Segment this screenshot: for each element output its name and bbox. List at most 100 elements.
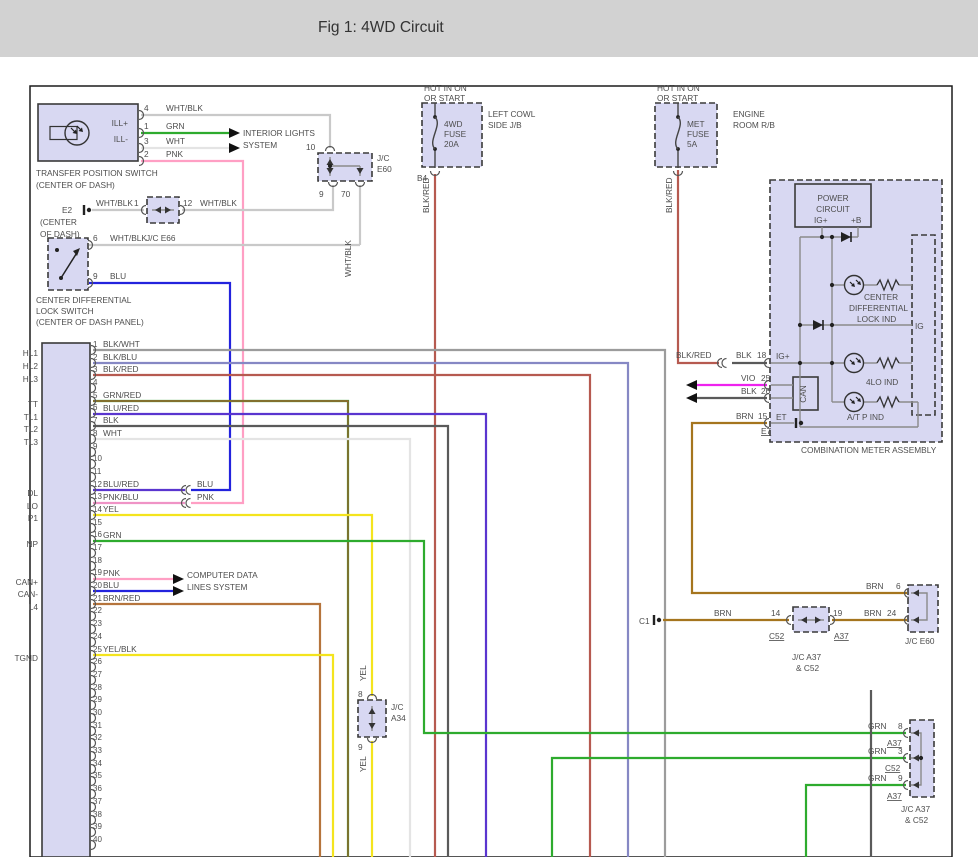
- diagram-label: J/C E60: [905, 636, 935, 646]
- diagram-label: (CENTER OF DASH): [36, 180, 115, 190]
- pin-number: 24: [93, 632, 102, 641]
- diagram-label: OF DASH): [40, 229, 80, 239]
- pin-number: 32: [93, 733, 102, 742]
- diagram-label: IG+: [776, 351, 790, 361]
- diagram-label: YEL: [103, 504, 119, 514]
- diagram-label: IG+: [814, 215, 828, 225]
- diagram-label: PNK: [166, 149, 184, 159]
- diagram-label: 2: [144, 149, 149, 159]
- diagram-label: GRN/RED: [103, 390, 141, 400]
- junction-dot: [830, 323, 834, 327]
- diagram-label: J/C A37: [792, 652, 821, 662]
- pin-number: 18: [93, 556, 102, 565]
- wire-grn-red-stripe: [93, 401, 348, 857]
- diagram-label: ROOM R/B: [733, 120, 775, 130]
- pin-number: 35: [93, 771, 102, 780]
- ground-icon: [657, 618, 661, 622]
- pin-number: 25: [93, 645, 102, 654]
- diagram-label: 1: [134, 198, 139, 208]
- diagram-label: YEL/BLK: [103, 644, 137, 654]
- diagram-label: COMPUTER DATA: [187, 570, 258, 580]
- diagram-label: GRN: [868, 721, 886, 731]
- junction-dot: [820, 235, 824, 239]
- diagram-label: TL3: [24, 437, 39, 447]
- diagram-label: WHT/BLK: [110, 233, 147, 243]
- pin-number: 2: [93, 353, 98, 362]
- junction-dot: [830, 361, 834, 365]
- ground-icon: [87, 208, 91, 212]
- diagram-label: WHT: [103, 428, 122, 438]
- pin-number: 33: [93, 746, 102, 755]
- diagram-label: ENGINE: [733, 109, 765, 119]
- diagram-label: 9: [898, 773, 903, 783]
- diagram-label: YEL: [358, 665, 368, 681]
- diagram-label: E2: [62, 205, 73, 215]
- diagram-label: GRN: [166, 121, 184, 131]
- diagram-label: BLK: [736, 350, 752, 360]
- diagram-label: VIO: [741, 373, 756, 383]
- diagram-label: & C52: [905, 815, 928, 825]
- pin-number: 5: [93, 391, 98, 400]
- diagram-label: A37: [834, 631, 849, 641]
- system-arrow-icon: [173, 586, 184, 596]
- diagram-label: OR START: [424, 93, 465, 103]
- wire-yel_blk: [93, 655, 333, 857]
- junction-dot: [798, 323, 802, 327]
- diagram-label: (CENTER: [40, 217, 77, 227]
- junction-dot: [830, 235, 834, 239]
- diagram-label: MET: [687, 119, 705, 129]
- diagram-label: ILL+: [112, 118, 129, 128]
- diagram-label: HOT IN ON: [424, 83, 467, 93]
- diagram-label: 1: [144, 121, 149, 131]
- junction-dot: [919, 756, 923, 760]
- diagram-label: TT: [28, 399, 38, 409]
- diagram-label: BLU: [197, 479, 213, 489]
- diagram-label: TL1: [24, 412, 39, 422]
- wire-grn: [552, 758, 906, 857]
- diagram-label: A/T P IND: [847, 412, 884, 422]
- diagram-label: SYSTEM: [243, 140, 277, 150]
- splice-mark: [722, 359, 727, 368]
- diagram-label: YEL: [358, 756, 368, 772]
- wire-blk_blu: [93, 363, 628, 857]
- diagram-label: J/C: [391, 702, 403, 712]
- pin-number: 23: [93, 619, 102, 628]
- wire-brn_red: [93, 604, 320, 857]
- diagram-label: TRANSFER POSITION SWITCH: [36, 168, 158, 178]
- diagram-label: 18: [757, 350, 767, 360]
- diagram-label: GRN: [103, 530, 121, 540]
- pin-number: 14: [93, 505, 102, 514]
- diagram-label: 26: [761, 386, 771, 396]
- diagram-label: HOT IN ON: [657, 83, 700, 93]
- diagram-label: CENTER: [864, 292, 898, 302]
- figure-title: Fig 1: 4WD Circuit: [318, 19, 444, 37]
- system-arrow-icon: [229, 143, 240, 153]
- pin-number: 40: [93, 835, 102, 844]
- diagram-label: E7: [761, 426, 772, 436]
- pin-number: 36: [93, 784, 102, 793]
- pin-number: 37: [93, 797, 102, 806]
- diagram-label: 10: [306, 142, 316, 152]
- diagram-label: 12: [183, 198, 193, 208]
- junction-dot: [830, 283, 834, 287]
- diagram-label: GRN: [868, 746, 886, 756]
- diagram-label: 3: [144, 136, 149, 146]
- diagram-label: A34: [391, 713, 406, 723]
- wire-blk_red: [678, 170, 719, 363]
- diagram-label: A37: [887, 791, 902, 801]
- diagram-label: 9: [358, 742, 363, 752]
- diagram-label: LEFT COWL: [488, 109, 536, 119]
- diagram-label: TL2: [24, 424, 39, 434]
- diagram-label: OR START: [657, 93, 698, 103]
- diagram-label: 3: [898, 746, 903, 756]
- diagram-label: BLK/BLU: [103, 352, 137, 362]
- pin-number: 26: [93, 657, 102, 666]
- diagram-label: & C52: [796, 663, 819, 673]
- pin-number: 27: [93, 670, 102, 679]
- diagram-label: LOCK SWITCH: [36, 306, 94, 316]
- wire-wht: [93, 439, 410, 857]
- diagram-label: FUSE: [444, 129, 467, 139]
- diagram-label: DL: [27, 488, 38, 498]
- pin-number: 13: [93, 492, 102, 501]
- diagram-label: BLK/RED: [421, 177, 431, 213]
